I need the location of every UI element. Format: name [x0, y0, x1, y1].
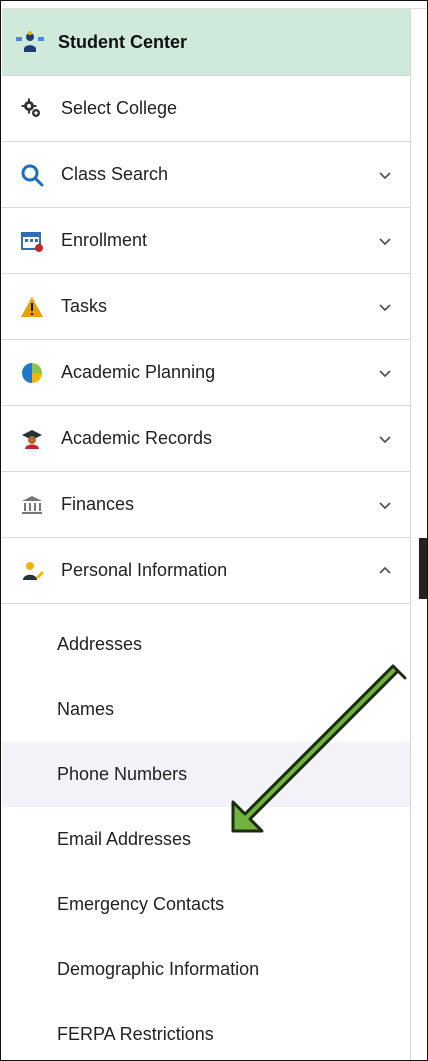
sidebar-item-label: Enrollment [61, 230, 148, 250]
sidebar-item-academic-planning[interactable]: Academic Planning [2, 340, 410, 406]
sidebar-item-academic-records[interactable]: Academic Records [2, 406, 410, 472]
sidebar-item-label: Academic Records [61, 428, 213, 448]
top-strip [2, 1, 426, 9]
gear-icon [19, 96, 45, 122]
sidebar-item-tasks[interactable]: Tasks [2, 274, 410, 340]
pie-chart-icon [19, 360, 45, 386]
sidebar-item-label: Class Search [61, 164, 169, 184]
search-icon [19, 162, 45, 188]
submenu-item-ferpa-restrictions[interactable]: FERPA Restrictions [2, 1002, 410, 1060]
sidebar-item-label: Personal Information [61, 560, 228, 580]
sidebar-item-label: Academic Planning [61, 362, 216, 382]
graduate-icon [19, 426, 45, 452]
submenu-item-emergency-contacts[interactable]: Emergency Contacts [2, 872, 410, 937]
browser-frame: Student Center Select College Class Sear… [0, 0, 428, 1061]
personal-information-submenu: Addresses Names Phone Numbers Email Addr… [2, 612, 410, 1060]
submenu-item-phone-numbers[interactable]: Phone Numbers [2, 742, 410, 807]
page-title: Student Center [58, 31, 188, 52]
sidebar-item-finances[interactable]: Finances [2, 472, 410, 538]
student-center-icon [14, 30, 46, 54]
calendar-icon [19, 228, 45, 254]
person-edit-icon [19, 558, 45, 584]
sidebar-item-enrollment[interactable]: Enrollment [2, 208, 410, 274]
chevron-down-icon[interactable] [376, 364, 394, 382]
submenu-item-demographic-information[interactable]: Demographic Information [2, 937, 410, 1002]
scroll-indicator [419, 538, 427, 599]
sidebar-item-label: Finances [61, 494, 135, 514]
chevron-down-icon[interactable] [376, 430, 394, 448]
chevron-up-icon[interactable] [376, 562, 394, 580]
chevron-down-icon[interactable] [376, 496, 394, 514]
bank-icon [19, 492, 45, 518]
chevron-down-icon[interactable] [376, 232, 394, 250]
sidebar-item-label: Tasks [61, 296, 108, 316]
sidebar-item-select-college[interactable]: Select College [2, 76, 410, 142]
sidebar-item-class-search[interactable]: Class Search [2, 142, 410, 208]
student-center-header[interactable]: Student Center [2, 9, 410, 76]
submenu-item-names[interactable]: Names [2, 677, 410, 742]
sidebar-item-personal-information[interactable]: Personal Information [2, 538, 410, 604]
chevron-down-icon[interactable] [376, 166, 394, 184]
warning-icon [19, 294, 45, 320]
sidebar-item-label: Select College [61, 98, 178, 118]
chevron-down-icon[interactable] [376, 298, 394, 316]
submenu-item-addresses[interactable]: Addresses [2, 612, 410, 677]
submenu-item-email-addresses[interactable]: Email Addresses [2, 807, 410, 872]
